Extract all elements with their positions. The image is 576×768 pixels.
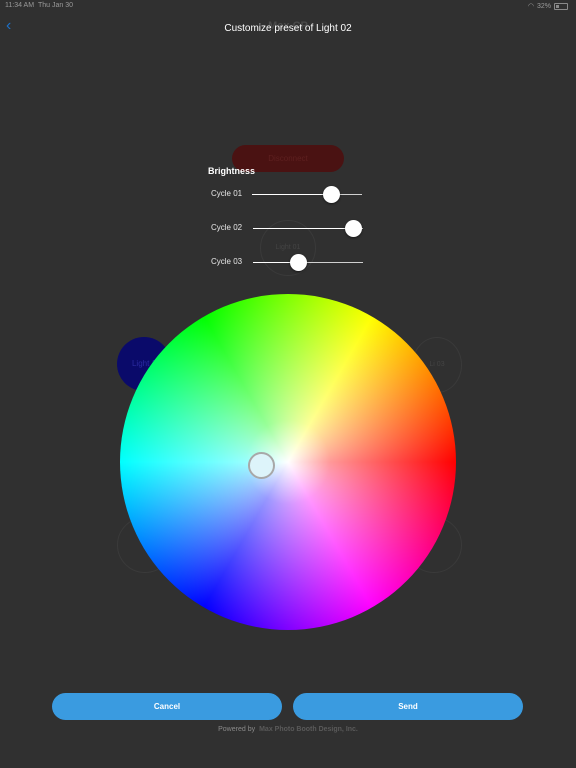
wifi-icon: ◠ — [527, 3, 534, 10]
slider-fill — [253, 228, 354, 229]
status-bar: 11:34 AM Thu Jan 30 ◠ 32% — [0, 0, 576, 12]
status-date-text: Thu Jan 30 — [37, 2, 73, 9]
status-time: 11:34 AM Thu Jan 30 — [5, 2, 73, 9]
brightness-slider-cycle-03[interactable] — [253, 254, 363, 271]
brightness-slider-cycle-02[interactable] — [253, 220, 363, 237]
slider-row-cycle-03: Cycle 03 — [211, 252, 371, 272]
slider-thumb[interactable] — [322, 186, 340, 203]
slider-label: Cycle 01 — [211, 189, 243, 198]
battery-icon — [554, 2, 568, 10]
screen: 11:34 AM Thu Jan 30 ◠ 32% ‹ Max CP Custo… — [0, 0, 576, 768]
status-indicators: ◠ 32% — [528, 2, 568, 10]
slider-row-cycle-01: Cycle 01 — [211, 184, 371, 204]
slider-thumb[interactable] — [289, 254, 307, 271]
slider-label: Cycle 02 — [211, 223, 243, 232]
background-side-label: Li 03 — [429, 361, 445, 368]
slider-fill — [252, 194, 332, 195]
powered-by-text: Powered by — [218, 726, 256, 733]
footer: Powered by Max Photo Booth Design, Inc. — [0, 726, 576, 733]
brightness-slider-cycle-01[interactable] — [252, 186, 362, 203]
slider-row-cycle-02: Cycle 02 — [211, 218, 371, 238]
company-name: Max Photo Booth Design, Inc. — [259, 726, 358, 733]
brightness-heading: Brightness — [208, 166, 256, 176]
battery-percent: 32% — [536, 2, 551, 10]
color-wheel[interactable] — [120, 294, 456, 630]
slider-label: Cycle 03 — [211, 257, 243, 266]
background-center-label: Light 01 — [275, 244, 301, 251]
modal-title: Customize preset of Light 02 — [224, 23, 352, 34]
status-time-text: 11:34 AM — [5, 2, 35, 9]
cancel-button[interactable]: Cancel — [52, 693, 282, 720]
slider-thumb[interactable] — [344, 220, 362, 237]
send-button[interactable]: Send — [293, 693, 523, 720]
color-wheel-selector-handle[interactable] — [248, 452, 275, 479]
